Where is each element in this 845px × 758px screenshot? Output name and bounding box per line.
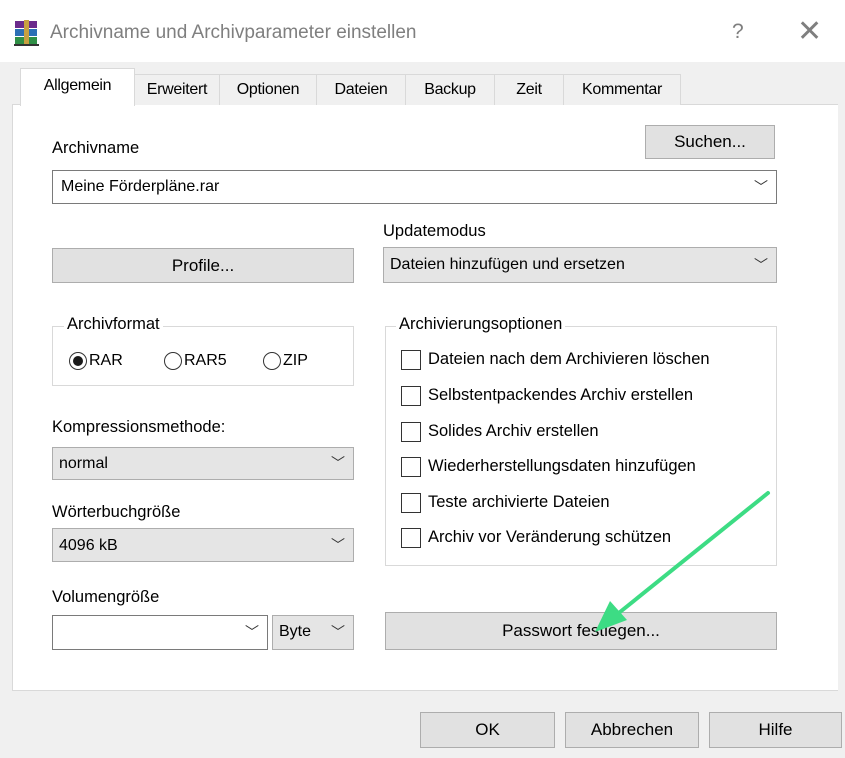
annotation-arrow	[595, 491, 770, 632]
annotation-arrow-head	[595, 601, 627, 632]
annotation-arrow-shaft	[618, 491, 770, 614]
